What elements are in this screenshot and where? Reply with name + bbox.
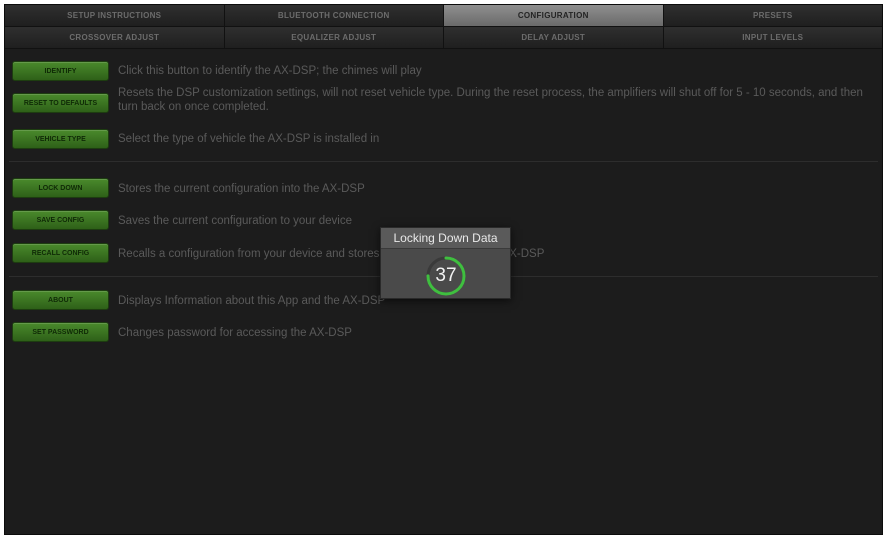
identify-description: Click this button to identify the AX-DSP… bbox=[118, 65, 422, 77]
dialog-title: Locking Down Data bbox=[381, 228, 510, 249]
reset-defaults-button[interactable]: RESET TO DEFAULTS bbox=[12, 93, 109, 113]
save-config-description: Saves the current configuration to your … bbox=[118, 215, 352, 227]
app-frame: SETUP INSTRUCTIONS BLUETOOTH CONNECTION … bbox=[4, 4, 883, 535]
tab-bluetooth-connection[interactable]: BLUETOOTH CONNECTION bbox=[224, 5, 444, 27]
tab-row-bottom: CROSSOVER ADJUST EQUALIZER ADJUST DELAY … bbox=[5, 27, 882, 49]
lock-down-button[interactable]: LOCK DOWN bbox=[12, 178, 109, 198]
tab-row-top: SETUP INSTRUCTIONS BLUETOOTH CONNECTION … bbox=[5, 5, 882, 27]
tab-equalizer-adjust[interactable]: EQUALIZER ADJUST bbox=[224, 27, 444, 49]
countdown-value: 37 bbox=[435, 265, 457, 286]
tab-delay-adjust[interactable]: DELAY ADJUST bbox=[444, 27, 664, 49]
identify-button[interactable]: IDENTIFY bbox=[12, 61, 109, 81]
tab-configuration[interactable]: CONFIGURATION bbox=[444, 5, 664, 27]
tab-input-levels[interactable]: INPUT LEVELS bbox=[663, 27, 882, 49]
about-button[interactable]: ABOUT bbox=[12, 290, 109, 310]
progress-dialog: Locking Down Data 37 bbox=[380, 227, 511, 299]
set-password-description: Changes password for accessing the AX-DS… bbox=[118, 327, 352, 339]
tab-presets[interactable]: PRESETS bbox=[663, 5, 882, 27]
vehicle-type-button[interactable]: VEHICLE TYPE bbox=[12, 129, 109, 149]
save-config-button[interactable]: SAVE CONFIG bbox=[12, 210, 109, 230]
reset-defaults-description: Resets the DSP customization settings, w… bbox=[118, 87, 863, 113]
section-divider bbox=[9, 161, 878, 162]
recall-config-button[interactable]: RECALL CONFIG bbox=[12, 243, 109, 263]
tab-crossover-adjust[interactable]: CROSSOVER ADJUST bbox=[5, 27, 225, 49]
vehicle-type-description: Select the type of vehicle the AX-DSP is… bbox=[118, 133, 380, 145]
set-password-button[interactable]: SET PASSWORD bbox=[12, 322, 109, 342]
tab-setup-instructions[interactable]: SETUP INSTRUCTIONS bbox=[5, 5, 225, 27]
lock-down-description: Stores the current configuration into th… bbox=[118, 183, 365, 195]
